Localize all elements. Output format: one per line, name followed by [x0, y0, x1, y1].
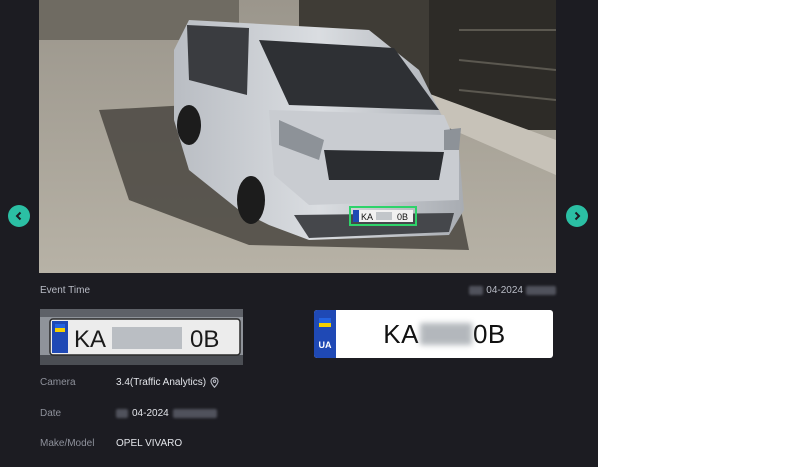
plate-prefix: KA [383, 318, 419, 349]
event-detail-panel: KA 0B Event Time 04-2024 KA 0B UA KA 0B … [0, 0, 598, 467]
recognized-plate: UA KA 0B [314, 310, 553, 358]
redacted-text [172, 409, 217, 418]
event-time-label: Event Time [40, 285, 91, 296]
plate-country-strip: UA [314, 310, 336, 358]
plate-number: KA 0B [336, 310, 553, 358]
ukraine-flag-icon [319, 318, 331, 327]
chevron-right-icon [574, 211, 581, 221]
camera-value: 3.4(Traffic Analytics) [116, 377, 219, 388]
svg-text:0B: 0B [397, 212, 408, 222]
event-time-partial: 04-2024 [486, 285, 523, 296]
svg-text:KA: KA [361, 212, 373, 222]
next-button[interactable] [566, 205, 588, 227]
plate-crop-suffix: 0B [190, 326, 219, 353]
date-partial: 04-2024 [132, 408, 169, 419]
plate-crop-prefix: KA [74, 326, 106, 353]
redacted-text [526, 286, 556, 295]
redacted-text [469, 286, 484, 295]
redacted-text [419, 323, 472, 345]
plate-crop-image: KA 0B [40, 309, 243, 365]
camera-name: 3.4(Traffic Analytics) [116, 377, 207, 388]
event-time-value: 04-2024 [469, 285, 556, 296]
date-label: Date [40, 408, 62, 419]
make-model-label: Make/Model [40, 438, 95, 449]
empty-area [598, 0, 800, 467]
date-value: 04-2024 [116, 408, 217, 419]
plate-suffix: 0B [472, 318, 506, 349]
plate-country-code: UA [318, 340, 332, 350]
make-model-value: OPEL VIVARO [116, 438, 183, 449]
vehicle-photo: KA 0B [39, 0, 556, 273]
chevron-left-icon [15, 211, 22, 221]
redacted-text [116, 409, 128, 418]
previous-button[interactable] [8, 205, 30, 227]
camera-label: Camera [40, 377, 76, 388]
location-pin-icon[interactable] [210, 377, 219, 388]
